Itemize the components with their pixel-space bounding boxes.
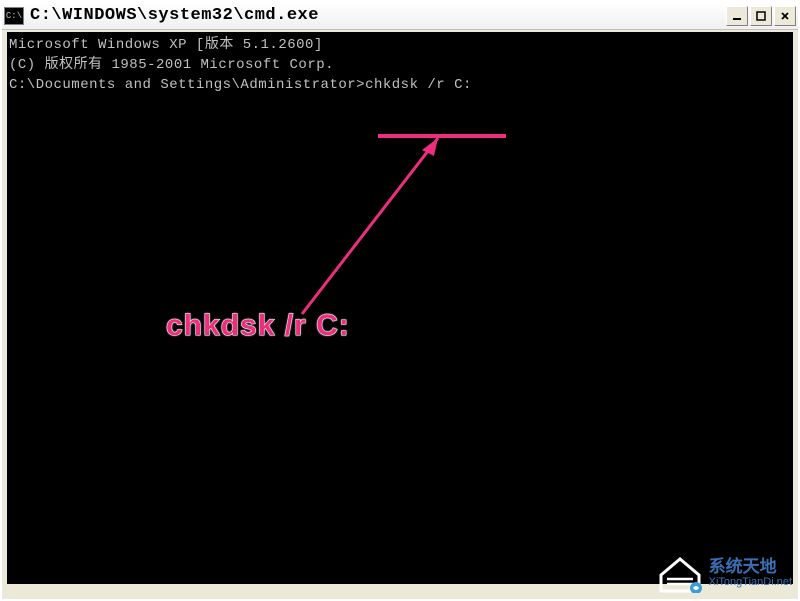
house-icon <box>657 553 703 593</box>
watermark: 系统天地 XiTongTianDi.net <box>657 553 792 593</box>
minimize-icon <box>732 11 742 21</box>
close-button[interactable] <box>774 6 796 26</box>
window-title: C:\WINDOWS\system32\cmd.exe <box>30 6 726 25</box>
prompt-text: C:\Documents and Settings\Administrator> <box>9 77 365 93</box>
maximize-button[interactable] <box>750 6 772 26</box>
command-text: chkdsk /r C: <box>365 77 472 93</box>
watermark-url: XiTongTianDi.net <box>709 576 792 588</box>
terminal-body[interactable]: Microsoft Windows XP [版本 5.1.2600](C) 版权… <box>7 32 793 584</box>
watermark-text: 系统天地 XiTongTianDi.net <box>709 558 792 589</box>
minimize-button[interactable] <box>726 6 748 26</box>
cmd-icon-text: C:\ <box>6 11 22 21</box>
terminal-prompt-line: C:\Documents and Settings\Administrator>… <box>9 75 791 95</box>
terminal-line-version: Microsoft Windows XP [版本 5.1.2600] <box>9 35 791 55</box>
close-icon <box>780 11 790 21</box>
annotation-label: chkdsk /r C: <box>166 309 350 343</box>
window-controls <box>726 6 796 26</box>
maximize-icon <box>756 11 766 21</box>
titlebar[interactable]: C:\ C:\WINDOWS\system32\cmd.exe <box>2 2 798 30</box>
cmd-window: C:\ C:\WINDOWS\system32\cmd.exe Mic <box>0 0 800 601</box>
terminal-line-copyright: (C) 版权所有 1985-2001 Microsoft Corp. <box>9 55 791 75</box>
watermark-title: 系统天地 <box>709 558 792 577</box>
cmd-icon: C:\ <box>4 7 24 25</box>
